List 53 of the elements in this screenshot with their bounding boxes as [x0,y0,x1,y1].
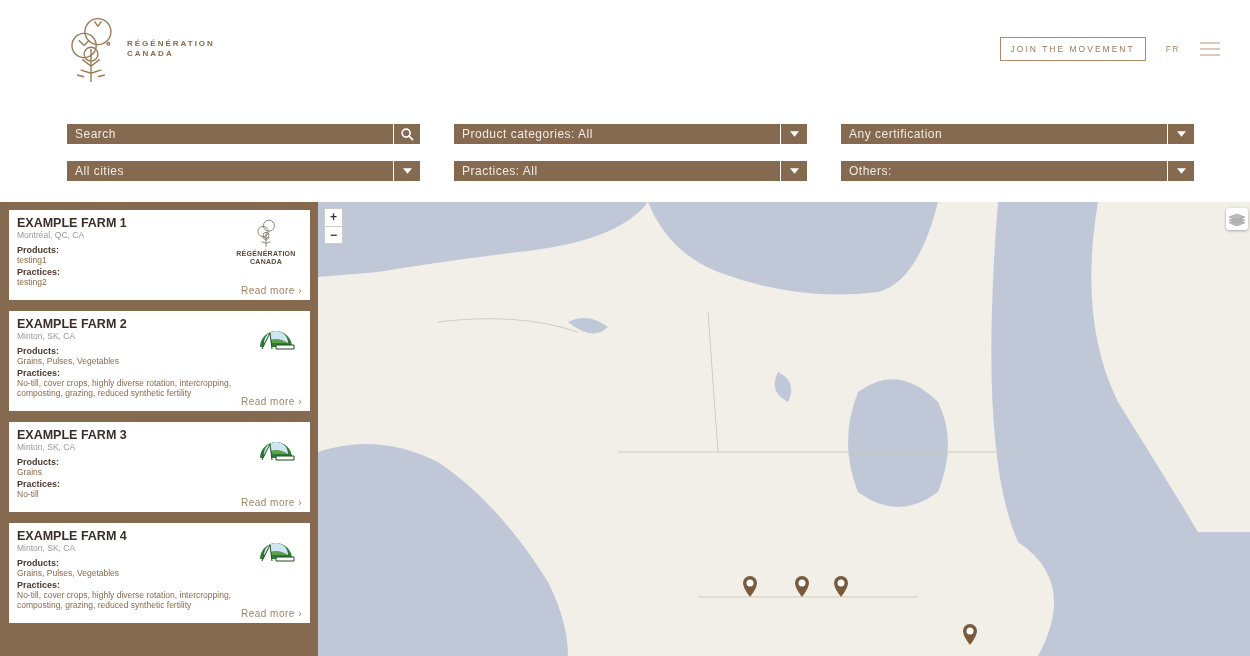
farm-card[interactable]: EXAMPLE FARM 2 Minton, SK, CA Products: Grains, Pulses, Vegetables Practices: No-till, cover crops, highly diverse rotation, intercropping, composting, grazing, reduced synthetic fertility Read more › [9,311,310,411]
practices-label: Practices: [17,479,62,489]
dropdown-select[interactable]: Any certification [841,124,1194,144]
products-value: Grains, Pulses, Vegetables [17,568,121,578]
map-pin-icon[interactable] [743,576,757,597]
practices-value: testing2 [17,277,48,287]
search-icon[interactable] [400,127,414,141]
brand-name: RÉGÉNÉRATION [127,39,215,49]
caret-icon [789,168,799,174]
practices-label: Practices: [17,267,62,277]
farm-card[interactable]: EXAMPLE FARM 3 Minton, SK, CA Products: Grains Practices: No-till Read more › [9,422,310,512]
practices-label: Practices: [17,580,62,590]
practices-value: No-till, cover crops, highly diverse rotation, intercropping, composting, grazing, reduced synthetic fertility [17,378,232,398]
brand-name: CANADA [127,49,175,59]
read-more-link[interactable]: Read more › [240,285,302,296]
practices-label: Practices: [17,368,62,378]
farm-location: Minton, SK, CA [17,442,77,452]
products-value: Grains [17,467,44,477]
products-label: Products: [17,457,60,467]
caret-icon [1176,168,1186,174]
layers-icon [1229,212,1245,226]
join-button[interactable]: JOIN THE MOVEMENT [999,37,1146,61]
farm-card[interactable]: EXAMPLE FARM 4 Minton, SK, CA Products: Grains, Pulses, Vegetables Practices: No-till, cover crops, highly diverse rotation, intercropping, composting, grazing, reduced synthetic fertility Read more › [9,523,310,623]
zoom-out-button[interactable]: − [325,226,342,243]
map-pin-icon[interactable] [963,624,977,645]
caret-icon [789,131,799,137]
dropdown-select[interactable]: Product categories: All [454,124,807,144]
dropdown-select[interactable]: All cities [67,161,420,181]
products-label: Products: [17,346,60,356]
practices-value: No-till [17,489,40,499]
farm-location: Montréal, QC, CA [17,230,86,240]
map-pin-icon[interactable] [795,576,809,597]
farm-name: EXAMPLE FARM 1 [17,216,128,230]
language-link[interactable]: FR [1165,44,1180,54]
dropdown-select[interactable]: Practices: All [454,161,807,181]
read-more-link[interactable]: Read more › [240,608,302,619]
dropdown-select[interactable]: Others: [841,161,1194,181]
tree-logo-icon [255,218,277,248]
farm-name: EXAMPLE FARM 4 [17,529,128,543]
map-pin-icon[interactable] [834,576,848,597]
farm-name: EXAMPLE FARM 3 [17,428,128,442]
farm-location: Minton, SK, CA [17,543,77,553]
products-label: Products: [17,558,60,568]
products-label: Products: [17,245,60,255]
products-value: testing1 [17,255,48,265]
read-more-link[interactable]: Read more › [240,396,302,407]
products-value: Grains, Pulses, Vegetables [17,356,121,366]
caret-icon [402,168,412,174]
farm-location: Minton, SK, CA [17,331,77,341]
caret-icon [1176,131,1186,137]
read-more-link[interactable]: Read more › [240,497,302,508]
farm-name: EXAMPLE FARM 2 [17,317,128,331]
practices-value: No-till, cover crops, highly diverse rotation, intercropping, composting, grazing, reduced synthetic fertility [17,590,232,610]
